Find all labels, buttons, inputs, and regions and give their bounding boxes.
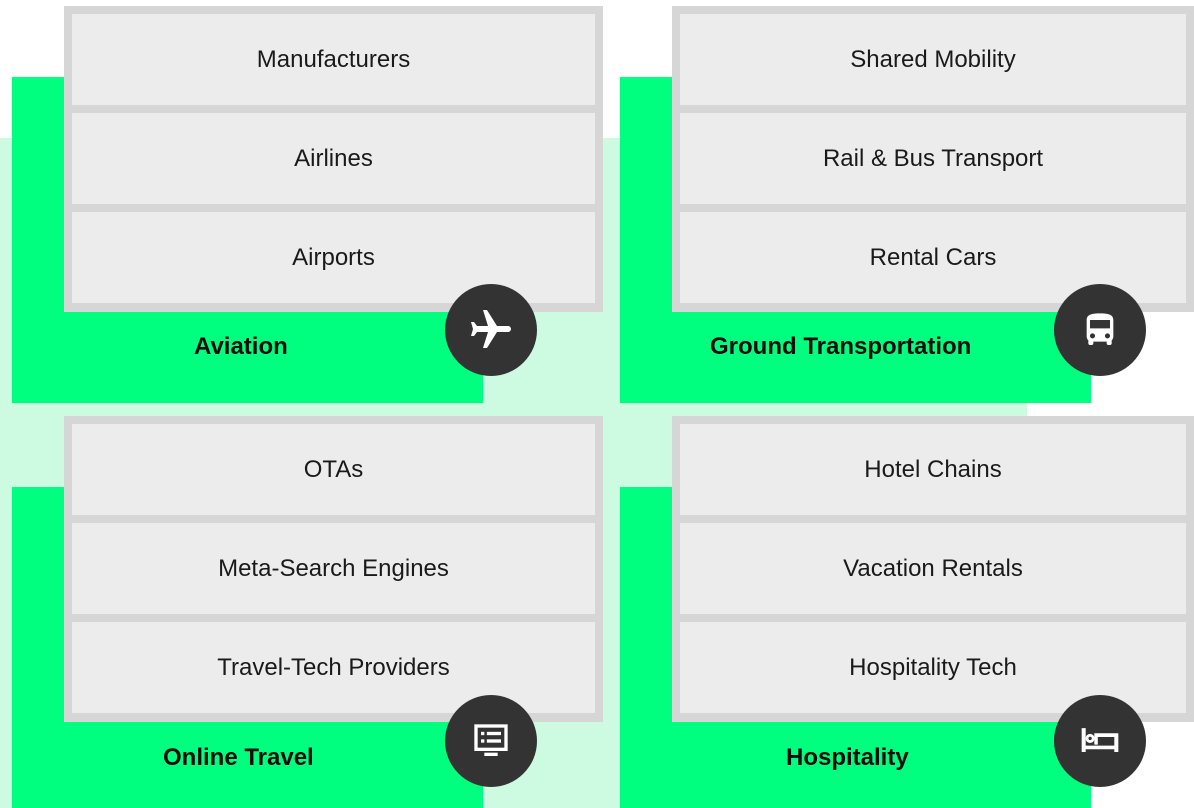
category-label: Hospitality (786, 744, 909, 771)
category-label: Ground Transportation (710, 333, 972, 360)
subcategory-item: Travel-Tech Providers (72, 622, 595, 713)
subcategory-item: Meta-Search Engines (72, 523, 595, 614)
category-label: Aviation (194, 333, 288, 360)
subcategory-item: Hotel Chains (680, 424, 1186, 515)
subcategory-item: Airlines (72, 113, 595, 204)
subcategory-item: Airports (72, 212, 595, 303)
bus-icon (1054, 284, 1146, 376)
bed-icon (1054, 695, 1146, 787)
online-travel-subcategory-list: OTAs Meta-Search Engines Travel-Tech Pro… (64, 416, 603, 722)
subcategory-item: Vacation Rentals (680, 523, 1186, 614)
subcategory-item: Shared Mobility (680, 14, 1186, 105)
airplane-icon (445, 284, 537, 376)
hospitality-subcategory-list: Hotel Chains Vacation Rentals Hospitalit… (672, 416, 1194, 722)
category-label: Online Travel (163, 744, 314, 771)
ground-transportation-subcategory-list: Shared Mobility Rail & Bus Transport Ren… (672, 6, 1194, 312)
aviation-subcategory-list: Manufacturers Airlines Airports (64, 6, 603, 312)
subcategory-item: OTAs (72, 424, 595, 515)
subcategory-item: Manufacturers (72, 14, 595, 105)
computer-monitor-icon (445, 695, 537, 787)
subcategory-item: Rail & Bus Transport (680, 113, 1186, 204)
